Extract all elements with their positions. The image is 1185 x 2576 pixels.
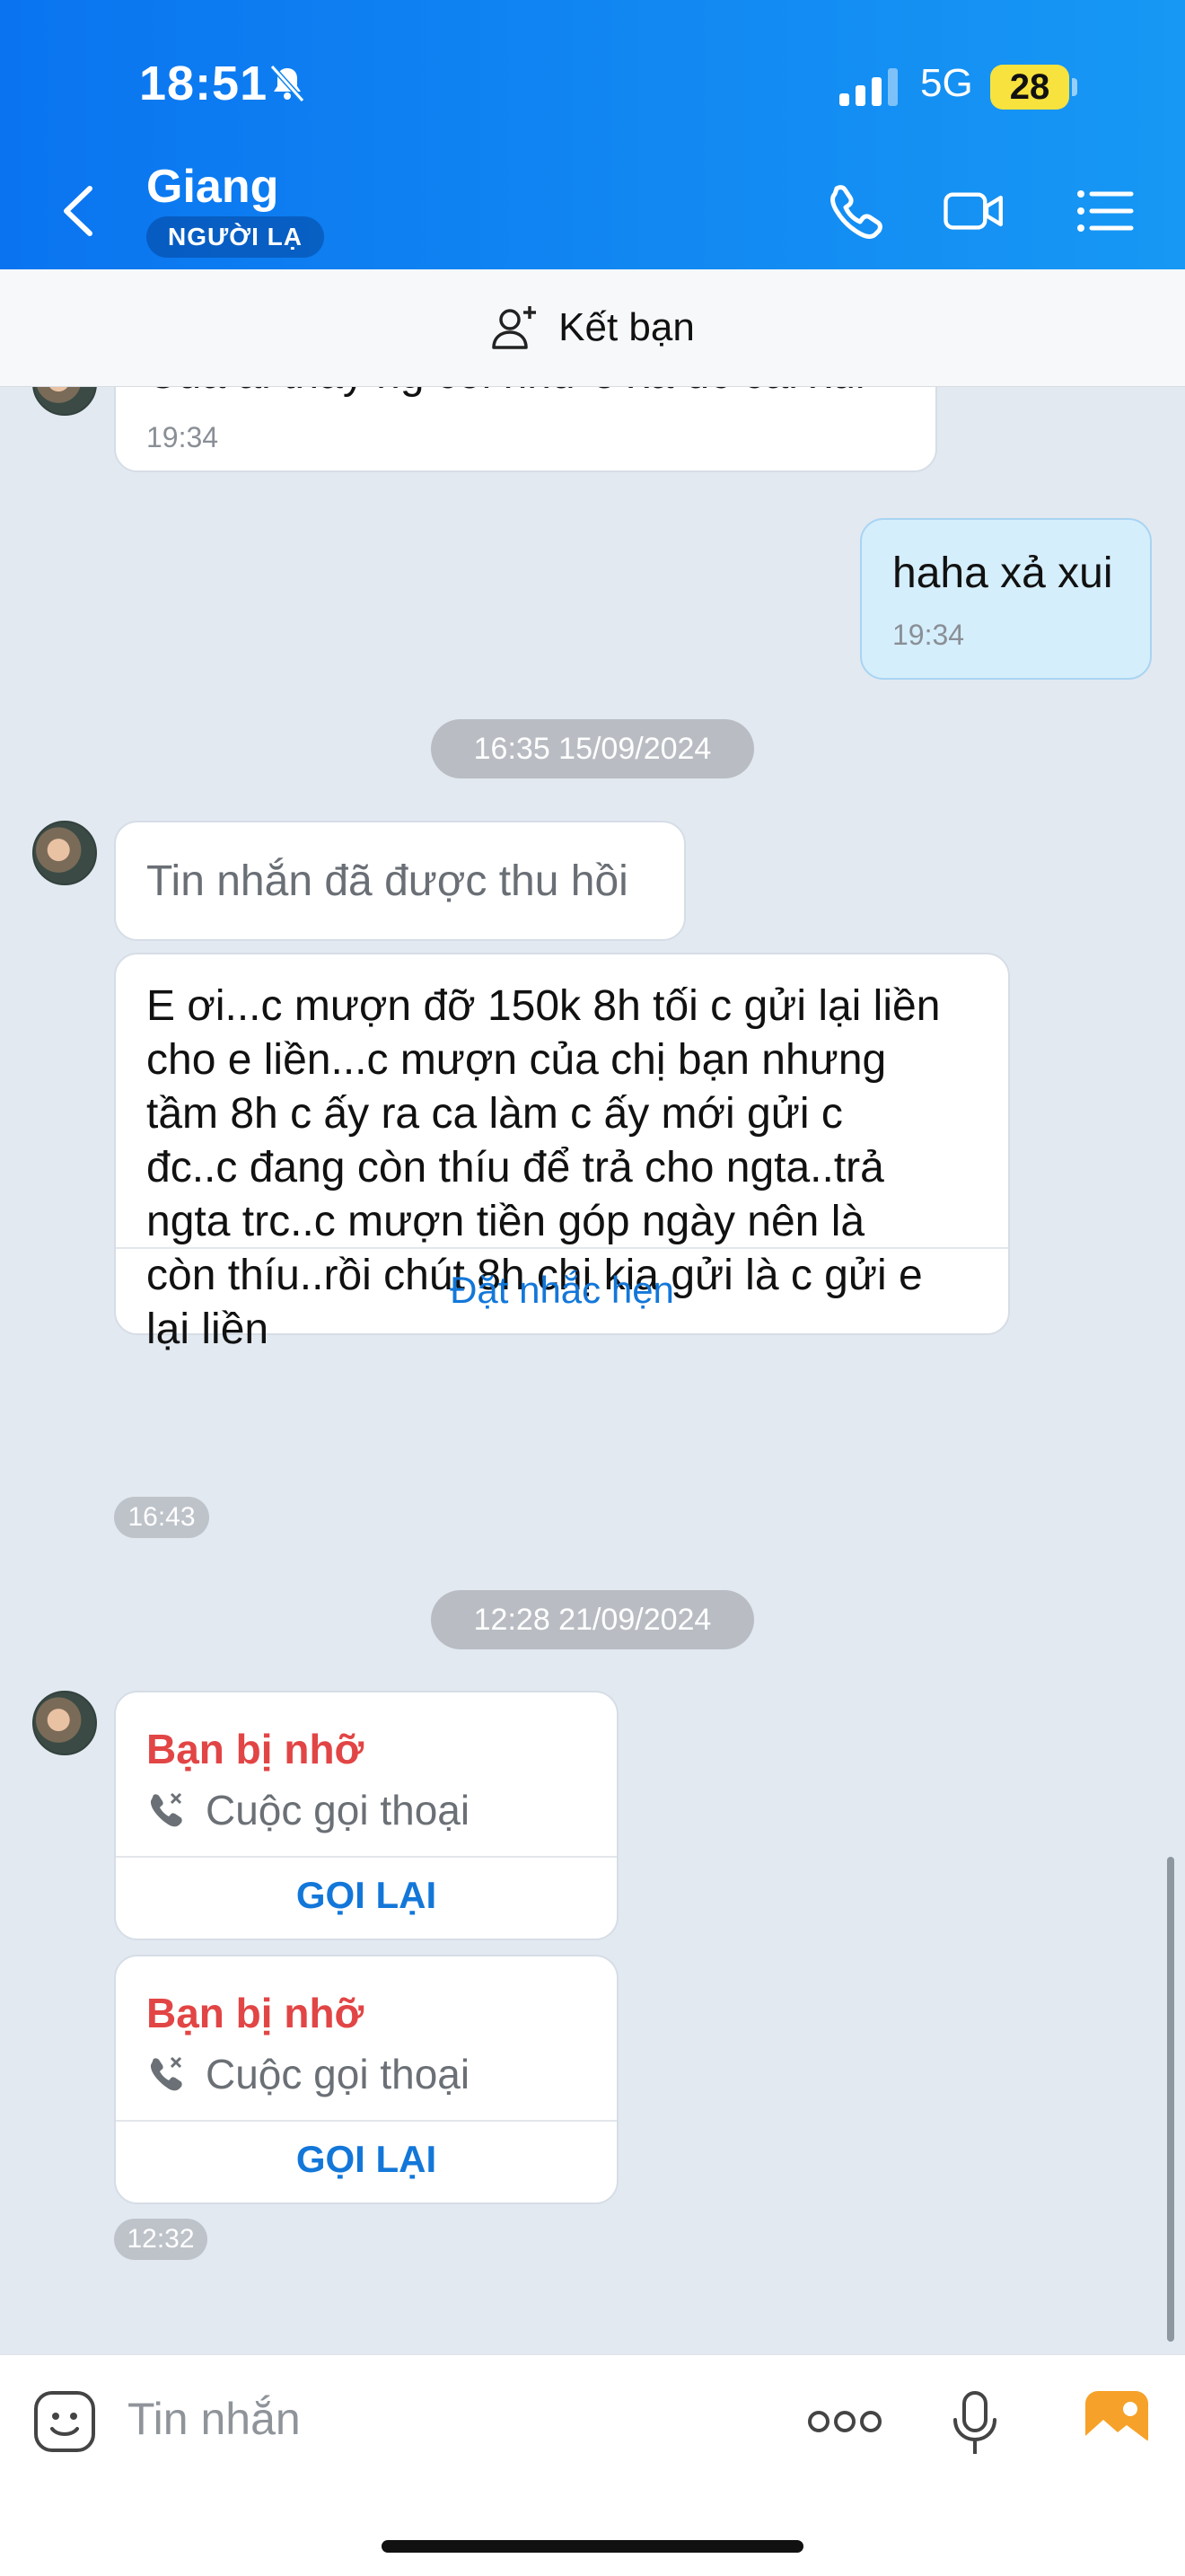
message-time: 12:32 [114,2219,207,2260]
stranger-badge: NGƯỜI LẠ [146,216,324,258]
network-type: 5G [920,61,973,105]
call-back-button[interactable]: GỌI LẠI [116,2138,617,2181]
bell-off-icon [269,64,305,103]
divider [116,2120,617,2122]
divider [116,1247,1008,1249]
contact-name[interactable]: Giang [146,160,278,214]
avatar[interactable] [32,387,97,416]
set-reminder-button[interactable]: Đặt nhắc hẹn [116,1269,1008,1312]
photo-gallery-icon[interactable] [1084,2389,1150,2452]
missed-call-icon [150,2056,182,2091]
chat-area[interactable]: Của ai thấy ng coi như e xả đc cái xui 1… [0,387,1185,2353]
missed-call-title: Bạn bị nhỡ [146,1990,364,2036]
composer-bar: Tin nhắn [0,2354,1185,2576]
more-options-icon[interactable] [806,2405,883,2438]
missed-call-title: Bạn bị nhỡ [146,1726,364,1772]
message-input[interactable]: Tin nhắn [127,2393,301,2445]
back-icon[interactable] [56,180,101,242]
incoming-message[interactable]: Của ai thấy ng coi như e xả đc cái xui 1… [114,387,937,472]
menu-list-icon[interactable] [1074,180,1137,242]
message-line: tầm 8h c ấy ra ca làm c ấy mới gửi c [146,1090,843,1138]
status-time: 18:51 [139,57,268,110]
missed-call-icon [150,1792,182,1827]
phone-call-icon[interactable] [824,180,887,242]
add-friend-label: Kết bạn [558,305,695,349]
outgoing-message[interactable]: haha xả xui 19:34 [860,518,1152,680]
microphone-icon[interactable] [950,2389,1000,2457]
divider [116,1856,617,1858]
date-separator: 12:28 21/09/2024 [431,1590,754,1649]
header-bar: 18:51 5G 28 Giang NGƯỜI LẠ [0,0,1185,269]
message-line: cho e liền...c mượn của chị bạn nhưng [146,1036,887,1084]
recalled-message[interactable]: Tin nhắn đã được thu hồi [114,821,686,941]
scrollbar[interactable] [1167,1857,1174,2342]
battery-indicator: 28 [990,65,1069,110]
message-time: 19:34 [892,619,965,651]
missed-call-card[interactable]: Bạn bị nhỡ Cuộc gọi thoại GỌI LẠI [114,1955,619,2204]
call-back-button[interactable]: GỌI LẠI [116,1874,617,1917]
incoming-message[interactable]: E ơi...c mượn đỡ 150k 8h tối c gửi lại l… [114,953,1010,1353]
message-text: haha xả xui [892,549,1113,597]
avatar[interactable] [32,821,97,885]
avatar[interactable] [32,1691,97,1755]
video-call-icon[interactable] [943,180,1005,242]
battery-tip [1072,78,1077,96]
recalled-text: Tin nhắn đã được thu hồi [146,857,628,905]
call-type: Cuộc gọi thoại [206,1787,470,1833]
message-line: ngta trc..c mượn tiền góp ngày nên là [146,1198,865,1245]
message-line: E ơi...c mượn đỡ 150k 8h tối c gửi lại l… [146,982,941,1030]
message-line: đc..c đang còn thíu để trả cho ngta..trả [146,1144,884,1191]
call-type: Cuộc gọi thoại [206,2051,470,2097]
message-time: 19:34 [146,421,219,453]
sticker-icon[interactable] [32,2389,97,2454]
date-separator: 16:35 15/09/2024 [431,719,754,778]
message-time: 16:43 [114,1497,209,1538]
home-indicator [382,2540,803,2553]
missed-call-card[interactable]: Bạn bị nhỡ Cuộc gọi thoại GỌI LẠI [114,1691,619,1940]
message-text: Của ai thấy ng coi như e xả đc cái xui [146,387,865,401]
signal-icon [839,68,898,106]
add-friend-button[interactable]: Kết bạn [0,269,1185,387]
add-friend-icon [492,306,537,349]
